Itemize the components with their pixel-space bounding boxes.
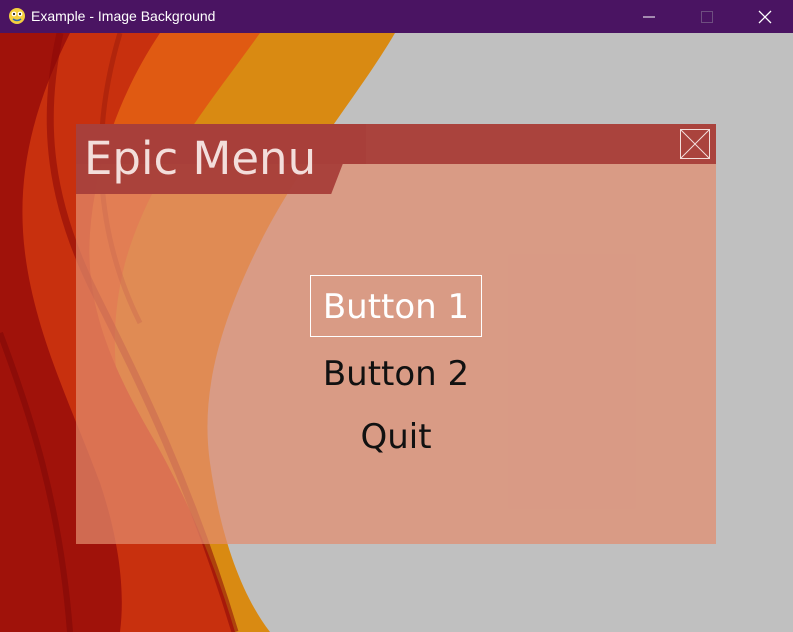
python-icon <box>8 7 26 25</box>
close-icon <box>758 10 772 23</box>
button-2[interactable]: Button 2 <box>300 343 492 405</box>
button-1[interactable]: Button 1 <box>310 275 482 337</box>
window-titlebar[interactable]: Example - Image Background <box>0 0 793 33</box>
minimize-button[interactable] <box>620 0 678 33</box>
quit-button[interactable]: Quit <box>340 406 452 468</box>
window-title: Example - Image Background <box>31 8 216 24</box>
menu-window: Epic Menu Button 1 Button 2 Quit <box>76 124 716 544</box>
close-x-icon <box>680 129 710 159</box>
menu-close-button[interactable] <box>680 129 710 159</box>
maximize-button[interactable] <box>678 0 736 33</box>
maximize-icon <box>701 10 713 23</box>
minimize-icon <box>643 16 655 17</box>
close-button[interactable] <box>736 0 793 33</box>
menu-title: Epic Menu <box>84 132 317 185</box>
